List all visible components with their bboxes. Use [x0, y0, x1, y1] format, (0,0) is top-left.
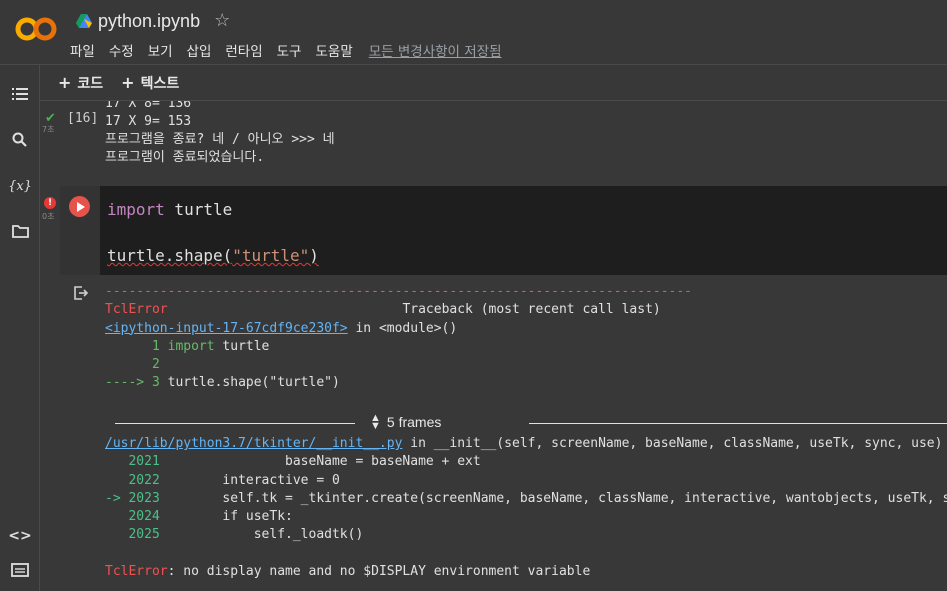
line-code: interactive = 0	[159, 472, 340, 488]
left-sidebar: {x} <>	[0, 65, 40, 591]
table-of-contents-icon[interactable]	[10, 84, 30, 104]
output-line: 17 X 9= 153	[105, 114, 192, 129]
search-icon[interactable]	[10, 130, 30, 150]
line-code: self._loadtk()	[159, 527, 364, 543]
traceback-header: Traceback (most recent call last)	[402, 302, 661, 318]
menu-view[interactable]: 보기	[148, 40, 173, 60]
frames-label: 5 frames	[386, 414, 442, 430]
line-number: 2025	[105, 527, 160, 543]
star-icon[interactable]: ☆	[214, 12, 230, 30]
collapsed-frames-toggle[interactable]: ▲ ▼ 5 frames	[115, 412, 947, 434]
line-number: 2021	[105, 454, 160, 470]
frames-button[interactable]: ▲ ▼ 5 frames	[370, 412, 442, 432]
play-icon	[77, 201, 85, 212]
add-code-button[interactable]: + 코드	[58, 73, 103, 93]
menu-bar: 파일 수정 보기 삽입 런타임 도구 도움말 모든 변경사항이 저장됨	[70, 40, 502, 60]
code-text: turtle	[164, 200, 233, 219]
cell-elapsed: 0초	[42, 212, 55, 221]
traceback-output: ----------------------------------------…	[105, 283, 692, 393]
divider	[115, 423, 355, 424]
output-actions-icon[interactable]	[73, 285, 89, 305]
menu-tools[interactable]: 도구	[277, 40, 302, 60]
divider	[529, 423, 947, 424]
line-keyword: import	[167, 338, 215, 354]
line-code: baseName = baseName + ext	[159, 454, 481, 470]
line-code: self.tk = _tkinter.create(screenName, ba…	[159, 490, 947, 506]
code-text: turtle.shape(	[107, 246, 233, 265]
file-in-text: in __init__(self, screenName, baseName, …	[402, 436, 943, 451]
ipython-input-link[interactable]: <ipython-input-17-67cdf9ce230f>	[105, 321, 348, 336]
menu-runtime[interactable]: 런타임	[225, 40, 262, 60]
menu-file[interactable]: 파일	[70, 40, 95, 60]
notebook-toolbar: + 코드 + 텍스트	[40, 65, 947, 101]
add-code-label: 코드	[77, 75, 104, 92]
line-code: turtle	[214, 338, 270, 354]
input-in-text: in <module>()	[347, 320, 458, 336]
add-text-label: 텍스트	[140, 75, 180, 92]
line-number: 2022	[105, 472, 160, 488]
traceback-frame-output: /usr/lib/python3.7/tkinter/__init__.py i…	[105, 435, 947, 581]
prev-cell-output: 17 X 8= 136 17 X 9= 153 프로그램을 종료? 네 / 아니…	[105, 101, 335, 167]
header-bar: python.ipynb ☆ 파일 수정 보기 삽입 런타임 도구 도움말 모든…	[0, 0, 947, 65]
notebook-content[interactable]: ✔ 7초 [16] 17 X 8= 136 17 X 9= 153 프로그램을 …	[40, 101, 947, 591]
output-line: 프로그램을 종료? 네 / 아니오 >>> 네	[105, 132, 335, 147]
menu-insert[interactable]: 삽입	[187, 40, 212, 60]
line-prefix: ----> 3	[105, 375, 168, 391]
save-status-link[interactable]: 모든 변경사항이 저장됨	[369, 40, 502, 60]
error-name: TclError	[105, 302, 168, 318]
plus-icon: +	[121, 73, 135, 92]
final-error-message: : no display name and no $DISPLAY enviro…	[167, 564, 591, 580]
output-line: 17 X 8= 136	[105, 101, 192, 111]
execution-count: [16]	[67, 111, 99, 126]
code-editor[interactable]: import turtle turtle.shape("turtle")	[107, 198, 319, 267]
final-error-name: TclError	[105, 564, 168, 580]
code-cell[interactable]: import turtle turtle.shape("turtle")	[60, 186, 947, 275]
cell-gutter	[60, 186, 100, 275]
plus-icon: +	[58, 73, 72, 92]
line-number: -> 2023	[105, 490, 160, 506]
drive-icon	[76, 14, 92, 28]
line-number: 2024	[105, 509, 160, 525]
prev-cell-elapsed: 7초	[42, 125, 55, 134]
code-keyword: import	[107, 200, 165, 219]
code-snippets-icon[interactable]: <>	[8, 526, 31, 546]
line-prefix: 2	[105, 357, 160, 373]
add-text-button[interactable]: + 텍스트	[121, 73, 179, 93]
line-code: turtle.shape("turtle")	[167, 375, 340, 391]
code-text: )	[309, 246, 319, 265]
line-code: if useTk:	[159, 509, 293, 525]
output-line: 프로그램이 종료되었습니다.	[105, 150, 265, 165]
line-prefix: 1	[105, 338, 168, 354]
error-badge-icon: !	[44, 197, 56, 209]
run-cell-button[interactable]	[69, 196, 90, 217]
notebook-title[interactable]: python.ipynb	[98, 11, 200, 32]
variables-icon[interactable]: {x}	[8, 176, 32, 196]
folder-icon[interactable]	[10, 221, 30, 241]
traceback-dashes: ----------------------------------------…	[105, 284, 692, 299]
menu-edit[interactable]: 수정	[109, 40, 134, 60]
code-string: "turtle"	[232, 246, 310, 265]
terminal-icon[interactable]	[10, 560, 30, 580]
menu-help[interactable]: 도움말	[315, 40, 352, 60]
colab-logo[interactable]	[14, 14, 58, 44]
file-path-link[interactable]: /usr/lib/python3.7/tkinter/__init__.py	[105, 436, 402, 451]
expand-collapse-icon: ▲ ▼	[370, 412, 381, 432]
